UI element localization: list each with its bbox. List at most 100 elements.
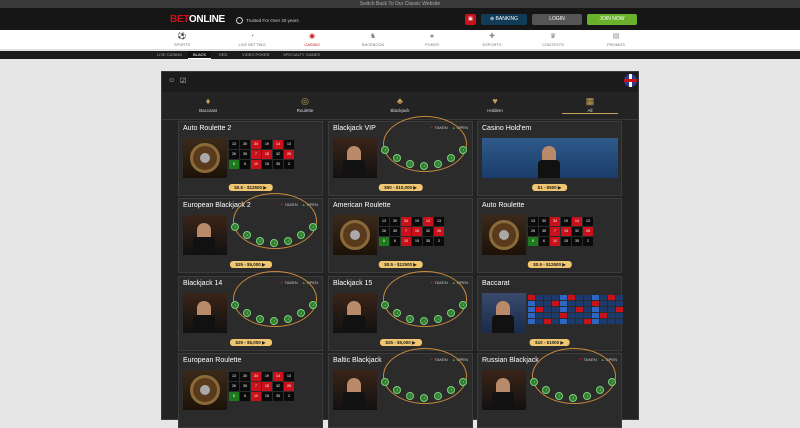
- bet-limit-button[interactable]: $0.5 - $12500: [378, 261, 423, 268]
- seat-icon[interactable]: ↓: [297, 309, 305, 317]
- seat-icon[interactable]: ↓: [297, 231, 305, 239]
- login-button[interactable]: LOGIN: [532, 14, 582, 25]
- history-number: 7: [251, 150, 261, 159]
- seat-icon[interactable]: ↓: [406, 315, 414, 323]
- nav-item-promos[interactable]: ▤ PROMOS: [586, 32, 646, 47]
- seat-icon[interactable]: ↓: [270, 317, 278, 325]
- category-tab-all[interactable]: ▦ All: [562, 94, 618, 114]
- bet-limit-button[interactable]: $25 - $5,000: [379, 339, 422, 346]
- seat-icon[interactable]: ↓: [542, 386, 550, 394]
- game-tile[interactable]: Blackjack 14TAKENOPEN↓↓↓↓↓↓↓$25 - $5,000: [178, 271, 323, 351]
- seat-icon[interactable]: ↓: [381, 146, 389, 154]
- bet-limit-button[interactable]: $25 - $5,000: [229, 339, 272, 346]
- seat-icon[interactable]: ↓: [459, 146, 467, 154]
- game-tile[interactable]: European Roulette 13 30 34 19 14 13 26 35 7 15 32 26…: [178, 353, 323, 428]
- category-tab-holdem[interactable]: ♥ Holdem: [467, 94, 523, 113]
- bet-limit-button[interactable]: $10 - $1000: [529, 339, 570, 346]
- seat-icon[interactable]: ↓: [256, 237, 264, 245]
- game-tile[interactable]: Blackjack VIPTAKENOPEN↓↓↓↓↓↓↓$50 - $10,0…: [328, 116, 473, 196]
- betonline-logo[interactable]: BETONLINE: [170, 14, 225, 25]
- history-number: 26: [229, 382, 239, 391]
- seat-icon[interactable]: ↓: [447, 386, 455, 394]
- game-video: [183, 138, 227, 178]
- category-tab-blackjack[interactable]: ♣ Blackjack: [372, 94, 428, 113]
- subnav-black[interactable]: BLACK: [188, 51, 212, 59]
- seat-icon[interactable]: ↓: [381, 301, 389, 309]
- roadmap-cell: [560, 301, 567, 306]
- seat-icon[interactable]: ↓: [393, 386, 401, 394]
- subnav-live-casino[interactable]: LIVE CASINO: [152, 51, 187, 59]
- subnav-red[interactable]: RED: [214, 51, 232, 59]
- seat-icon[interactable]: ↓: [459, 378, 467, 386]
- game-tile[interactable]: Russian BlackjackTAKENOPEN↓↓↓↓↓↓↓: [477, 348, 622, 428]
- category-tab-baccarat[interactable]: ♦ Baccarat: [180, 94, 236, 113]
- seat-icon[interactable]: ↓: [406, 160, 414, 168]
- history-number: 6: [240, 392, 250, 401]
- seat-icon[interactable]: ↓: [530, 378, 538, 386]
- bet-limit-button[interactable]: $0.5 - $12500: [527, 261, 572, 268]
- banking-button[interactable]: ⊕ BANKING: [481, 14, 527, 25]
- seat-icon[interactable]: ↓: [231, 301, 239, 309]
- seat-icon[interactable]: ↓: [608, 378, 616, 386]
- switch-classic-link[interactable]: Switch Back To Our Classic Website: [360, 1, 440, 7]
- seat-icon[interactable]: ↓: [270, 239, 278, 247]
- seat-icon[interactable]: ↓: [256, 315, 264, 323]
- subnav-specialty-games[interactable]: SPECIALTY GAMES: [278, 51, 325, 59]
- seat-icon[interactable]: ↓: [393, 309, 401, 317]
- seat-icon[interactable]: ↓: [406, 392, 414, 400]
- blackjack-seats: ↓ ↓ ↓ ↓ ↓ ↓ ↓: [229, 271, 321, 331]
- seat-icon[interactable]: ↓: [309, 301, 317, 309]
- nav-item-esports[interactable]: ✚ ESPORTS: [462, 32, 522, 47]
- seat-icon[interactable]: ↓: [231, 223, 239, 231]
- seat-icon[interactable]: ↓: [243, 231, 251, 239]
- seat-icon[interactable]: ↓: [569, 394, 577, 402]
- seat-icon[interactable]: ↓: [243, 309, 251, 317]
- classic-website-bar[interactable]: Switch Back To Our Classic Website: [0, 0, 800, 8]
- cashier-icon[interactable]: ▣: [465, 14, 476, 25]
- category-tab-roulette[interactable]: ◎ Roulette: [277, 94, 333, 113]
- seat-icon[interactable]: ↓: [434, 315, 442, 323]
- uk-flag-icon[interactable]: [624, 74, 637, 87]
- history-number: 2: [583, 237, 593, 246]
- game-tile[interactable]: Baccarat $10 - $1000: [477, 276, 623, 351]
- game-tile[interactable]: Casino Hold'em $1 - $500: [477, 121, 622, 196]
- game-tile[interactable]: Blackjack 15TAKENOPEN↓↓↓↓↓↓↓$25 - $5,000: [328, 271, 473, 351]
- seat-icon[interactable]: ↓: [447, 154, 455, 162]
- nav-item-contests[interactable]: ♛ CONTESTS: [523, 32, 583, 47]
- seat-icon[interactable]: ↓: [459, 301, 467, 309]
- bet-limit-button[interactable]: $50 - $10,000: [378, 184, 423, 191]
- bet-limit-button[interactable]: $0.5 - $12500: [228, 184, 273, 191]
- seat-icon[interactable]: ↓: [284, 237, 292, 245]
- seat-icon[interactable]: ↓: [309, 223, 317, 231]
- seat-icon[interactable]: ↓: [596, 386, 604, 394]
- game-tile[interactable]: Auto Roulette 2 13 30 34 19 14 13 26 35 7 15 32 26 8 6…: [178, 121, 323, 196]
- nav-item-casino[interactable]: ◉ CASINO: [282, 32, 342, 47]
- user-icon[interactable]: ☺: [168, 77, 175, 84]
- seat-icon[interactable]: ↓: [555, 392, 563, 400]
- nav-item-sports[interactable]: ⚽ SPORTS: [152, 32, 212, 47]
- seat-icon[interactable]: ↓: [583, 392, 591, 400]
- game-tile[interactable]: Auto Roulette 13 30 34 19 14 13 26 35 7 15 32 26 8 6 10…: [477, 198, 622, 273]
- bet-limit-button[interactable]: $1 - $500: [531, 184, 568, 191]
- nav-item-live-betting[interactable]: ◔ LIVE BETTING: [222, 32, 282, 47]
- seat-icon[interactable]: ↓: [420, 394, 428, 402]
- seat-icon[interactable]: ↓: [420, 162, 428, 170]
- game-tile[interactable]: European Blackjack 2TAKENOPEN↓↓↓↓↓↓↓$25 …: [178, 193, 323, 273]
- seat-icon[interactable]: ↓: [420, 317, 428, 325]
- nav-item-poker[interactable]: ♠ POKER: [402, 32, 462, 47]
- seat-icon[interactable]: ↓: [447, 309, 455, 317]
- subnav-video-poker[interactable]: VIDEO POKER: [237, 51, 275, 59]
- game-tile[interactable]: American Roulette 13 30 34 19 14 13 26 35 7 15 32 26…: [328, 198, 473, 273]
- history-number: 34: [251, 140, 261, 149]
- checklist-icon[interactable]: ☑: [180, 77, 186, 85]
- seat-icon[interactable]: ↓: [284, 315, 292, 323]
- seat-icon[interactable]: ↓: [434, 392, 442, 400]
- game-tile[interactable]: Baltic BlackjackTAKENOPEN↓↓↓↓↓↓↓: [328, 348, 473, 428]
- seat-icon[interactable]: ↓: [393, 154, 401, 162]
- seat-icon[interactable]: ↓: [381, 378, 389, 386]
- nav-item-racebook[interactable]: ♞ RACEBOOK: [343, 32, 403, 47]
- history-number: 15: [262, 392, 272, 401]
- join-now-button[interactable]: JOIN NOW: [587, 14, 637, 25]
- bet-limit-button[interactable]: $25 - $5,000: [229, 261, 272, 268]
- seat-icon[interactable]: ↓: [434, 160, 442, 168]
